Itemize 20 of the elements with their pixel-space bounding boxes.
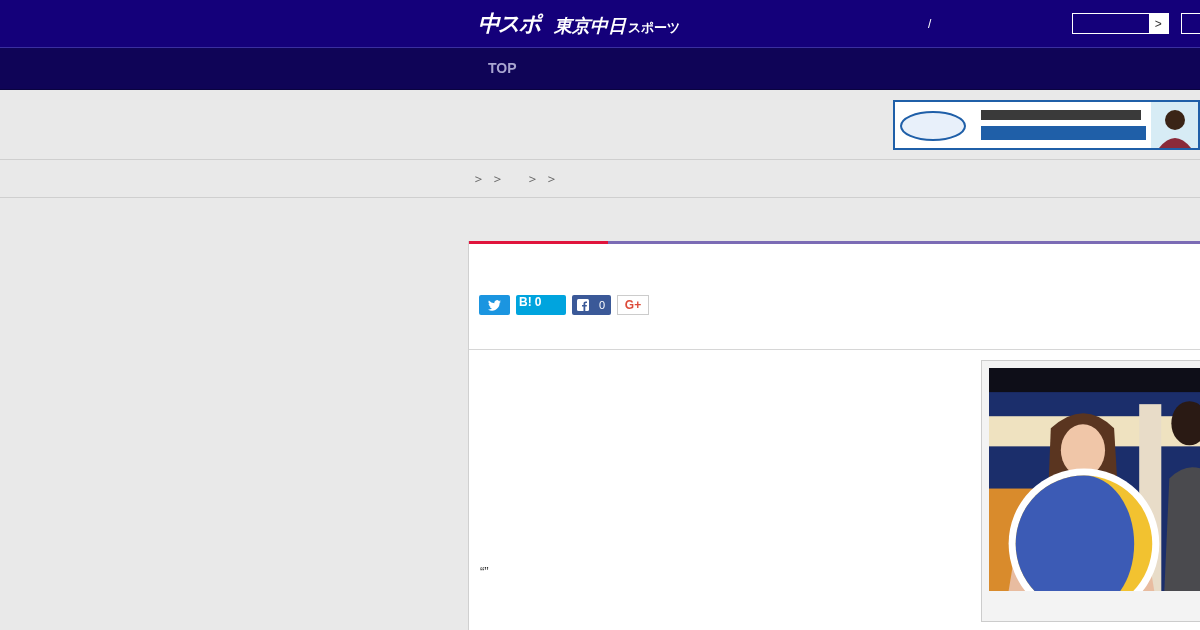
search-field[interactable]: > — [1072, 13, 1169, 34]
nav-link[interactable]: TOP — [488, 58, 517, 79]
bookmark-count: 0 — [534, 295, 542, 309]
facebook-share-button[interactable]: 0 — [572, 295, 611, 315]
google-plus-share-button[interactable]: G+ — [617, 295, 649, 315]
breadcrumb-separator: ＞ — [491, 169, 504, 188]
header-separator: / — [928, 15, 932, 33]
breadcrumb-separator: ＞ — [545, 169, 558, 188]
bird-icon — [488, 299, 501, 311]
facebook-icon — [577, 299, 589, 311]
breadcrumb-separator: ＞ — [472, 169, 485, 188]
header-field[interactable] — [1180, 13, 1200, 34]
quote-text: “” — [480, 563, 489, 581]
breadcrumb-separator: ＞ — [526, 169, 539, 188]
search-button[interactable]: > — [1148, 14, 1168, 33]
site-logo-caption: スポーツ — [628, 19, 680, 35]
share-count: 0 — [599, 297, 606, 313]
site-logo-subtitle: 東京中日 — [554, 16, 626, 35]
hatena-label: B! — [519, 295, 532, 309]
twitter-share-button[interactable] — [479, 295, 510, 315]
